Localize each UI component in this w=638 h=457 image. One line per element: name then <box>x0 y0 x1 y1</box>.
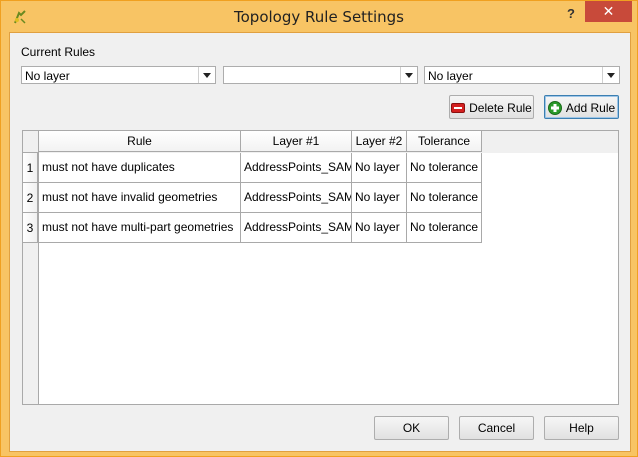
help-button[interactable]: Help <box>544 416 619 440</box>
table-cell-rule[interactable]: must not have multi-part geometries <box>39 213 241 243</box>
layer1-combo-value: No layer <box>25 69 70 83</box>
row-header[interactable]: 2 <box>23 183 38 213</box>
ok-button[interactable]: OK <box>374 416 449 440</box>
window-title: Topology Rule Settings <box>234 8 404 26</box>
title-bar[interactable]: Topology Rule Settings ? ✕ <box>1 1 637 33</box>
row-header[interactable]: 1 <box>23 153 38 183</box>
table-cell-rule[interactable]: must not have duplicates <box>39 153 241 183</box>
delete-rule-label: Delete Rule <box>469 100 532 115</box>
table-corner <box>23 131 39 153</box>
row-header[interactable]: 3 <box>23 213 38 243</box>
table-cell-layer2[interactable]: No layer <box>352 153 407 183</box>
table-cell-layer1[interactable]: AddressPoints_SAM <box>241 183 352 213</box>
layer1-combo[interactable]: No layer <box>21 66 216 84</box>
column-header-tolerance[interactable]: Tolerance <box>407 131 482 152</box>
table-cell-layer1[interactable]: AddressPoints_SAM <box>241 213 352 243</box>
table-cell-tolerance[interactable]: No tolerance <box>407 183 482 213</box>
table-cell-layer2[interactable]: No layer <box>352 213 407 243</box>
column-header-layer2[interactable]: Layer #2 <box>352 131 407 152</box>
dialog-client-area: Current Rules No layer No layer Delete R… <box>9 32 631 452</box>
layer2-combo-value: No layer <box>428 69 473 83</box>
delete-icon <box>451 102 466 113</box>
table-cell-layer2[interactable]: No layer <box>352 183 407 213</box>
current-rules-label: Current Rules <box>21 45 96 59</box>
add-icon <box>547 100 562 115</box>
dialog-window: Topology Rule Settings ? ✕ Current Rules… <box>0 0 638 457</box>
layer2-combo[interactable]: No layer <box>424 66 620 84</box>
table-cell-layer1[interactable]: AddressPoints_SAM <box>241 153 352 183</box>
delete-rule-button[interactable]: Delete Rule <box>449 95 534 119</box>
close-button[interactable]: ✕ <box>585 1 632 22</box>
chevron-down-icon[interactable] <box>198 67 215 83</box>
context-help-button[interactable]: ? <box>557 4 585 24</box>
rules-table[interactable]: Rule Layer #1 Layer #2 Tolerance 1 must … <box>22 130 619 405</box>
table-cell-tolerance[interactable]: No tolerance <box>407 213 482 243</box>
cancel-button[interactable]: Cancel <box>459 416 534 440</box>
chevron-down-icon[interactable] <box>400 67 417 83</box>
table-cell-tolerance[interactable]: No tolerance <box>407 153 482 183</box>
table-cell-rule[interactable]: must not have invalid geometries <box>39 183 241 213</box>
column-header-rule[interactable]: Rule <box>39 131 241 152</box>
column-header-layer1[interactable]: Layer #1 <box>241 131 352 152</box>
chevron-down-icon[interactable] <box>602 67 619 83</box>
add-rule-label: Add Rule <box>565 100 616 115</box>
add-rule-button[interactable]: Add Rule <box>544 95 619 119</box>
rule-combo[interactable] <box>223 66 418 84</box>
